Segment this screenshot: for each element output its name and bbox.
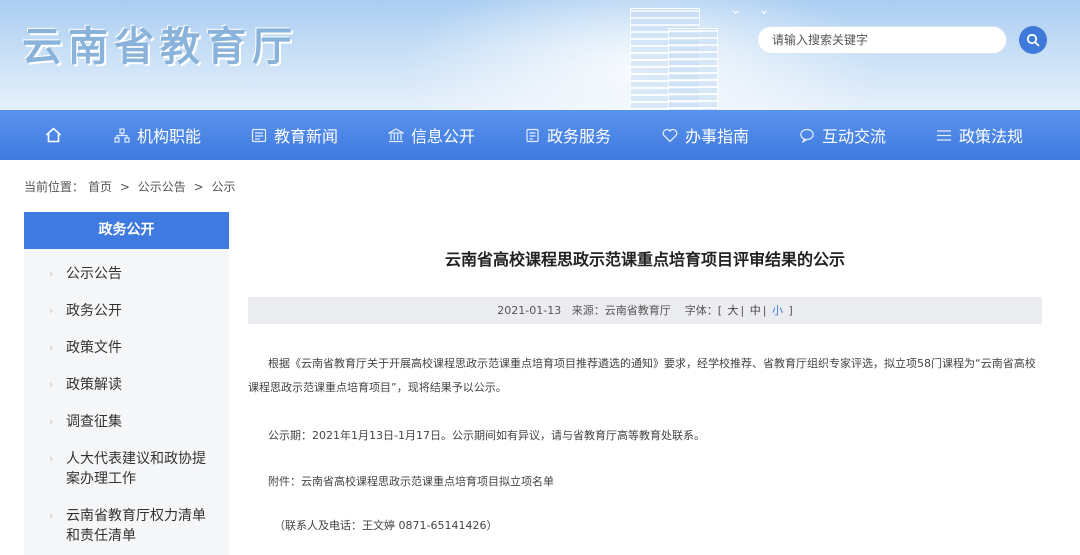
heart-icon	[662, 128, 678, 143]
breadcrumb-item-current[interactable]: 公示	[211, 180, 235, 194]
nav-item-info[interactable]: 信息公开	[381, 110, 518, 160]
article-source: 云南省教育厅	[604, 304, 671, 317]
chat-icon	[799, 128, 815, 143]
nav-item-guide[interactable]: 办事指南	[655, 110, 792, 160]
breadcrumb-item-notices[interactable]: 公示公告	[138, 180, 186, 194]
nav-label: 机构职能	[137, 127, 202, 146]
sidebar-item-label: 公示公告	[66, 266, 122, 282]
nav-label: 互动交流	[822, 127, 887, 146]
document-icon	[525, 128, 540, 143]
building-graphic	[668, 28, 718, 110]
sidebar-item[interactable]: › 政务公开	[24, 301, 229, 321]
search-input[interactable]	[757, 26, 1007, 54]
bullet-icon: ›	[49, 304, 54, 317]
sidebar-item[interactable]: › 云南省教育厅权力清单和责任清单	[24, 506, 229, 546]
article-title: 云南省高校课程思政示范课重点培育项目评审结果的公示	[444, 250, 845, 269]
sidebar-item[interactable]: › 政策文件	[24, 338, 229, 358]
main-nav: 机构职能 教育新闻 信息公开 政务服务 办事指南 互动交流 政策法规	[0, 110, 1080, 160]
sidebar: 政务公开 › 公示公告 › 政务公开 › 政策文件 › 政策解读 › 调查征集 › 人大代表…	[24, 212, 229, 555]
breadcrumb-item-home[interactable]: 首页	[88, 180, 112, 194]
sidebar-item[interactable]: › 调查征集	[24, 412, 229, 432]
article-contact: （联系人及电话：王文婷 0871-65141426）	[274, 519, 498, 532]
nav-item-news[interactable]: 教育新闻	[244, 110, 381, 160]
sidebar-item[interactable]: › 政策解读	[24, 375, 229, 395]
sidebar-item-label: 政策解读	[66, 377, 122, 393]
font-size-label: 字体：	[684, 304, 718, 317]
site-header: ⌄ ⌄ 云南省教育厅	[0, 0, 1080, 110]
article-source-label: 来源：	[571, 304, 605, 317]
org-chart-icon	[114, 127, 130, 143]
nav-label: 政策法规	[959, 127, 1024, 146]
news-icon	[251, 128, 267, 143]
font-bracket: [	[717, 304, 722, 317]
sidebar-title: 政务公开	[24, 212, 229, 249]
sidebar-item-label: 政务公开	[66, 303, 122, 319]
nav-label: 教育新闻	[274, 127, 339, 146]
sidebar-item-label: 人大代表建议和政协提案办理工作	[66, 451, 206, 487]
bullet-icon: ›	[49, 509, 54, 522]
nav-label: 信息公开	[411, 127, 476, 146]
bullet-icon: ›	[49, 341, 54, 354]
search-icon	[1026, 33, 1040, 47]
nav-home[interactable]	[0, 110, 107, 160]
font-size-medium[interactable]: 中	[750, 304, 761, 317]
nav-item-jigou[interactable]: 机构职能	[107, 110, 244, 160]
breadcrumb: 当前位置： 首页 > 公示公告 > 公示	[24, 178, 240, 195]
sidebar-list: › 公示公告 › 政务公开 › 政策文件 › 政策解读 › 调查征集 › 人大代表建议和政协…	[24, 249, 229, 546]
nav-label: 办事指南	[685, 127, 750, 146]
bullet-icon: ›	[49, 378, 54, 391]
sidebar-item-label: 云南省教育厅权力清单和责任清单	[66, 508, 206, 544]
nav-item-interact[interactable]: 互动交流	[792, 110, 929, 160]
home-icon	[45, 127, 62, 143]
bullet-icon: ›	[49, 267, 54, 280]
search-button[interactable]	[1019, 26, 1047, 54]
nav-item-service[interactable]: 政务服务	[518, 110, 655, 160]
sidebar-item-label: 调查征集	[66, 414, 122, 430]
font-separator: |	[740, 304, 745, 317]
article-meta-bar: 2021-01-13 来源：云南省教育厅 字体：[ 大 | 中 | 小 ]	[248, 297, 1042, 324]
article-paragraph: 公示期：2021年1月13日-1月17日。公示期间如有异议，请与省教育厅高等教育…	[268, 429, 705, 442]
sidebar-item[interactable]: › 公示公告	[24, 264, 229, 284]
font-size-small[interactable]: 小	[772, 304, 783, 317]
sidebar-item[interactable]: › 人大代表建议和政协提案办理工作	[24, 449, 229, 489]
font-bracket: ]	[788, 304, 793, 317]
bullet-icon: ›	[49, 415, 54, 428]
breadcrumb-prefix: 当前位置：	[24, 180, 85, 194]
article-paragraph: 根据《云南省教育厅关于开展高校课程思政示范课重点培育项目推荐遴选的通知》要求，经…	[248, 357, 1036, 394]
sidebar-item-label: 政策文件	[66, 340, 122, 356]
site-title[interactable]: 云南省教育厅	[22, 14, 298, 72]
building-icon	[388, 127, 404, 143]
article-attachment[interactable]: 附件：云南省高校课程思政示范课重点培育项目拟立项名单	[268, 470, 554, 494]
article-content: 云南省高校课程思政示范课重点培育项目评审结果的公示 2021-01-13 来源：…	[248, 212, 1042, 555]
birds-graphic: ⌄ ⌄	[730, 2, 776, 18]
breadcrumb-separator: >	[119, 180, 130, 194]
nav-item-policy[interactable]: 政策法规	[929, 110, 1066, 160]
breadcrumb-separator: >	[193, 180, 204, 194]
article-date: 2021-01-13	[497, 304, 562, 317]
font-separator: |	[762, 304, 767, 317]
nav-label: 政务服务	[547, 127, 612, 146]
list-icon	[936, 128, 952, 143]
bullet-icon: ›	[49, 452, 54, 465]
font-size-large[interactable]: 大	[728, 304, 739, 317]
